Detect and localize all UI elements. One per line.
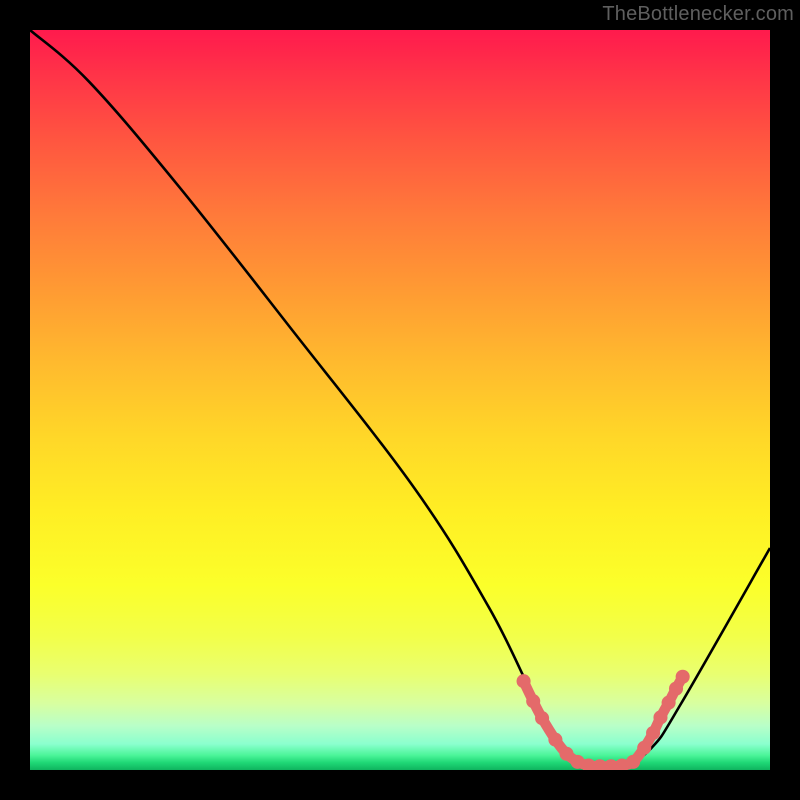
- sweet-spot-dots: [517, 670, 690, 770]
- sweet-spot-dot: [669, 682, 683, 696]
- sweet-spot-dot: [526, 694, 540, 708]
- sweet-spot-dot: [626, 755, 640, 769]
- sweet-spot-dot: [535, 711, 549, 725]
- sweet-spot-dot: [517, 674, 531, 688]
- sweet-spot-dot: [662, 696, 676, 710]
- chart-frame: [30, 30, 770, 770]
- sweet-spot-dot: [637, 741, 651, 755]
- bottleneck-curve-path: [30, 30, 770, 769]
- sweet-spot-dot: [548, 733, 562, 747]
- sweet-spot-dot: [653, 710, 667, 724]
- sweet-spot-dot: [646, 726, 660, 740]
- sweet-spot-dot: [676, 670, 690, 684]
- attribution-text: TheBottlenecker.com: [602, 3, 794, 26]
- chart-svg: [30, 30, 770, 770]
